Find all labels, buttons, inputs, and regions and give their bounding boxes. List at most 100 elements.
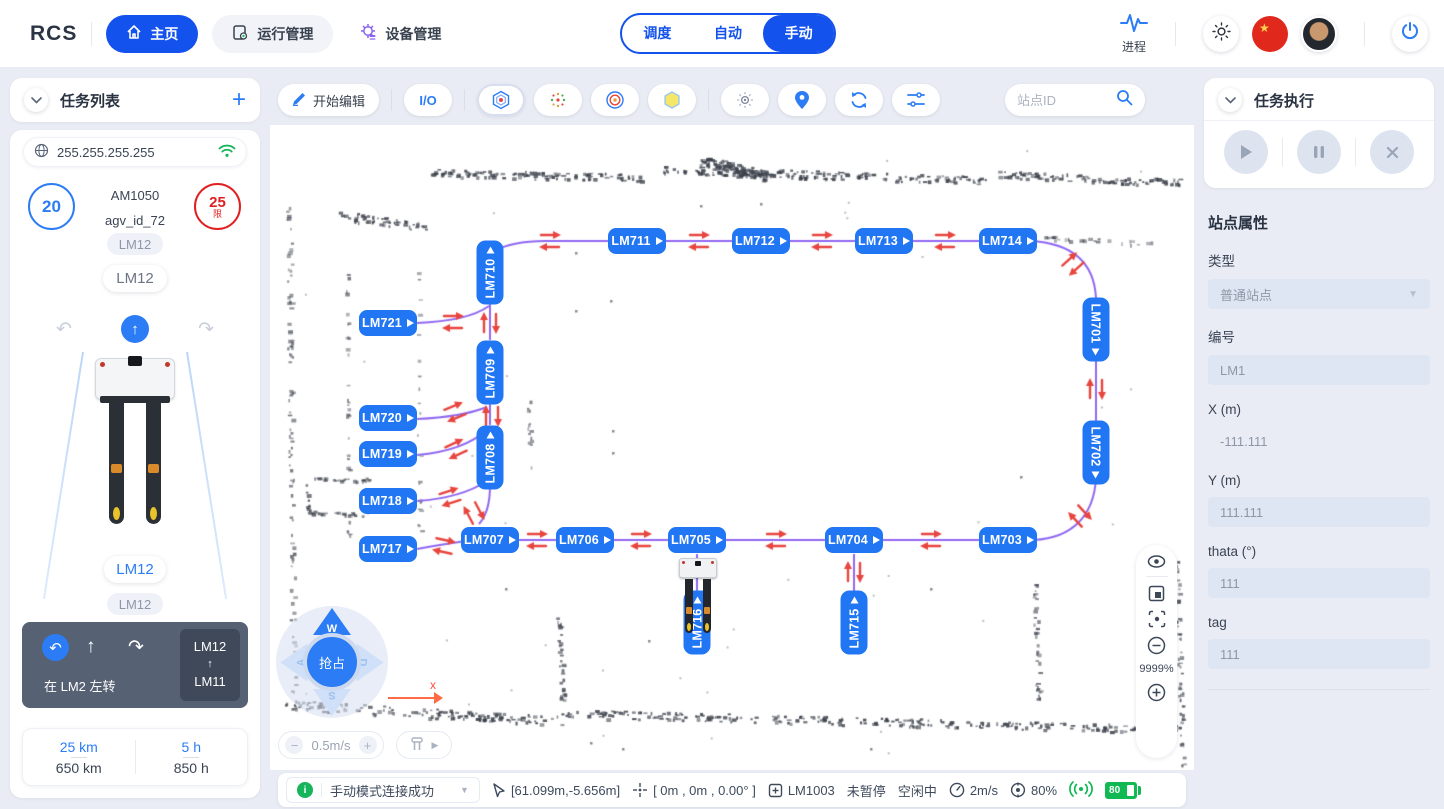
map-station-LM707[interactable]: LM707 — [461, 527, 519, 553]
target-icon — [1010, 782, 1026, 798]
refresh-button[interactable] — [835, 84, 883, 116]
turn-left-icon[interactable]: ↶ — [56, 318, 72, 341]
map-station-LM713[interactable]: LM713 — [855, 228, 913, 254]
layer-area-button[interactable] — [648, 84, 696, 116]
agv-ip-row[interactable]: 255.255.255.255 — [24, 138, 246, 166]
process-label: 进程 — [1122, 38, 1146, 55]
connection-message-pill[interactable]: i 手动模式连接成功 ▼ — [286, 777, 480, 803]
field-value-input[interactable]: 111 — [1208, 568, 1430, 598]
cursor-icon — [492, 783, 506, 798]
divider — [1175, 22, 1176, 46]
station-search-input[interactable] — [1017, 93, 1107, 108]
fork-control[interactable]: ▶ — [396, 731, 452, 759]
speed-limit-ring: 25 限 — [194, 183, 241, 230]
station-play-icon — [1092, 348, 1100, 355]
task-list-title: 任务列表 — [60, 90, 120, 111]
map-station-LM719[interactable]: LM719 — [359, 441, 417, 467]
collapse-task-exec-button[interactable] — [1218, 88, 1242, 112]
map-station-LM721[interactable]: LM721 — [359, 310, 417, 336]
cancel-task-button[interactable] — [1370, 130, 1414, 174]
joystick: W A D S 抢占 — [276, 606, 388, 718]
mode-dispatch[interactable]: 调度 — [622, 15, 693, 52]
nav-home[interactable]: 主页 — [106, 15, 198, 53]
go-straight-button[interactable]: ↑ — [121, 315, 149, 343]
add-task-button[interactable]: + — [232, 88, 246, 112]
map-station-LM720[interactable]: LM720 — [359, 405, 417, 431]
visibility-eye-icon[interactable] — [1147, 555, 1166, 568]
x-axis-marker: x — [388, 678, 444, 708]
map-station-LM717[interactable]: LM717 — [359, 536, 417, 562]
nav-arrow: ↑ — [207, 657, 213, 673]
speedometer-icon — [949, 782, 965, 798]
minimap-icon[interactable] — [1148, 585, 1165, 602]
process-button[interactable]: 进程 — [1120, 12, 1148, 55]
locate-button[interactable] — [778, 84, 826, 116]
top-header: RCS 主页 运行管理 设备管理 调度 自动 手动 进程 ★ — [0, 0, 1444, 67]
filters-button[interactable] — [892, 84, 940, 116]
map-station-LM718[interactable]: LM718 — [359, 488, 417, 514]
search-icon[interactable] — [1116, 89, 1133, 111]
nav-device[interactable]: 设备管理 — [339, 15, 461, 53]
pause-task-button[interactable] — [1297, 130, 1341, 174]
field-value-select[interactable]: 普通站点▼ — [1208, 279, 1430, 309]
agv-on-map[interactable] — [679, 558, 717, 634]
concentric-circles-icon — [605, 90, 625, 110]
map-station-LM714[interactable]: LM714 — [979, 228, 1037, 254]
play-task-button[interactable] — [1224, 130, 1268, 174]
station-label: LM715 — [847, 608, 861, 648]
map-station-LM708[interactable]: LM708 — [477, 425, 504, 489]
station-play-icon — [509, 536, 516, 544]
map-station-LM703[interactable]: LM703 — [979, 527, 1037, 553]
seize-control-button[interactable]: 抢占 — [303, 633, 361, 691]
nav-to: LM11 — [194, 673, 226, 692]
start-edit-button[interactable]: 开始编辑 — [278, 84, 379, 116]
gear-icon — [359, 23, 377, 44]
map-station-LM711[interactable]: LM711 — [608, 228, 666, 254]
field-value-input[interactable]: 111.111 — [1208, 497, 1430, 527]
map-station-LM702[interactable]: LM702 — [1083, 420, 1110, 484]
zoom-in-icon[interactable] — [1147, 683, 1166, 702]
layer-stations-button[interactable] — [477, 84, 525, 116]
io-button[interactable]: I/O — [404, 84, 452, 116]
chevron-down-icon[interactable]: ▼ — [460, 785, 469, 795]
map-station-LM706[interactable]: LM706 — [556, 527, 614, 553]
layer-rings-button[interactable] — [591, 84, 639, 116]
mode-auto[interactable]: 自动 — [693, 15, 764, 52]
map-station-LM704[interactable]: LM704 — [825, 527, 883, 553]
speed-increase-button[interactable]: + — [359, 736, 377, 754]
station-label: LM707 — [464, 533, 504, 547]
pause-icon — [1313, 145, 1325, 159]
fork-play-icon: ▶ — [432, 740, 439, 751]
trip-hours: 5 h — [182, 739, 201, 755]
power-button[interactable] — [1392, 16, 1428, 52]
map-canvas-area[interactable]: LM711 LM712 LM713 LM714 LM710 LM721 LM709 LM720… — [270, 125, 1194, 770]
speed-decrease-button[interactable]: − — [285, 736, 303, 754]
turn-right-icon[interactable]: ↷ — [198, 318, 214, 341]
field-value-input[interactable]: LM1 — [1208, 355, 1430, 385]
language-flag-button[interactable]: ★ — [1252, 16, 1288, 52]
layer-pointcloud-button[interactable] — [534, 84, 582, 116]
nav-operation[interactable]: 运行管理 — [212, 15, 333, 53]
field-label: X (m) — [1208, 402, 1430, 417]
map-station-LM709[interactable]: LM709 — [477, 340, 504, 404]
map-station-LM715[interactable]: LM715 — [841, 590, 868, 654]
map-station-LM712[interactable]: LM712 — [732, 228, 790, 254]
zoom-out-icon[interactable] — [1147, 636, 1166, 655]
map-station-LM710[interactable]: LM710 — [477, 240, 504, 304]
user-avatar[interactable] — [1301, 16, 1337, 52]
center-focus-icon[interactable] — [1148, 610, 1166, 628]
station-badge: LM12 — [107, 233, 163, 255]
cursor-position: [61.099m,-5.656m] — [492, 783, 620, 798]
station-label: LM701 — [1089, 303, 1103, 343]
fork-icon — [410, 737, 424, 754]
collapse-task-list-button[interactable] — [24, 88, 48, 112]
theme-button[interactable] — [1203, 16, 1239, 52]
map-station-LM705[interactable]: LM705 — [668, 527, 726, 553]
field-value-input[interactable]: 111 — [1208, 639, 1430, 669]
station-label: LM713 — [858, 234, 898, 248]
mode-manual[interactable]: 手动 — [763, 15, 834, 52]
lidar-scan-button[interactable] — [721, 84, 769, 116]
station-play-icon — [656, 237, 663, 245]
map-station-LM701[interactable]: LM701 — [1083, 297, 1110, 361]
robot-pose: [ 0m , 0m , 0.00° ] — [632, 782, 756, 798]
